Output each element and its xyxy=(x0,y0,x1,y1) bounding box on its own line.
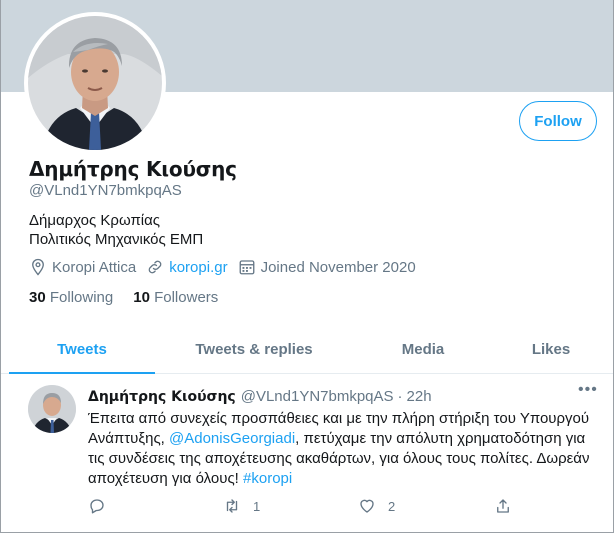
joined-text: Joined November 2020 xyxy=(260,258,416,276)
tab-tweets-and-replies[interactable]: Tweets & replies xyxy=(179,326,329,373)
tweet-text: Έπειτα από συνεχείς προσπάθειες και με τ… xyxy=(88,409,598,489)
website-link[interactable]: koropi.gr xyxy=(169,259,227,276)
tweet-actions: 1 2 xyxy=(88,497,528,519)
share-button[interactable] xyxy=(494,497,512,515)
following-stat[interactable]: 30 Following xyxy=(29,289,113,306)
following-label: Following xyxy=(49,289,114,306)
profile-name: Δημήτρης Κιούσης xyxy=(29,157,237,181)
tweet-item[interactable]: Δημήτρης Κιούσης @VLnd1YN7bmkpqAS · 22h … xyxy=(1,375,613,532)
like-count: 2 xyxy=(388,498,396,514)
location-pin-icon xyxy=(29,258,47,276)
tab-likes[interactable]: Likes xyxy=(511,326,591,373)
tweet-author-name[interactable]: Δημήτρης Κιούσης xyxy=(88,389,236,405)
retweet-button[interactable]: 1 xyxy=(223,497,260,515)
calendar-icon xyxy=(238,258,256,276)
following-count: 30 xyxy=(29,289,46,306)
reply-button[interactable] xyxy=(88,497,106,515)
profile-meta: Koropi Attica koropi.gr Joined November … xyxy=(29,258,426,276)
profile-tabs: Tweets Tweets & replies Media Likes xyxy=(1,326,613,374)
followers-label: Followers xyxy=(154,289,219,306)
followers-count: 10 xyxy=(133,289,150,306)
tweet-separator: · xyxy=(397,388,403,405)
reply-icon xyxy=(88,497,106,515)
profile-handle: @VLnd1YN7bmkpqAS xyxy=(29,182,182,199)
follow-button[interactable]: Follow xyxy=(519,101,597,141)
tab-media[interactable]: Media xyxy=(379,326,467,373)
like-button[interactable]: 2 xyxy=(358,497,395,515)
more-icon[interactable]: ••• xyxy=(578,382,598,399)
profile-bio: Δήμαρχος Κρωπίας Πολιτικός Μηχανικός ΕΜΠ xyxy=(29,211,203,249)
heart-icon xyxy=(358,497,376,515)
profile-stats: 30 Following 10 Followers xyxy=(29,289,238,306)
share-icon xyxy=(494,497,512,515)
link-icon xyxy=(146,258,164,276)
retweet-icon xyxy=(223,497,241,515)
profile-avatar[interactable] xyxy=(24,12,166,154)
profile-website[interactable]: koropi.gr xyxy=(146,258,228,276)
tweet-avatar-photo xyxy=(28,385,76,433)
profile-page: Follow Δημήτρης Κιούσης @VLnd1YN7bmkpqAS… xyxy=(0,0,614,533)
location-text: Koropi Attica xyxy=(52,258,137,276)
tweet-avatar[interactable] xyxy=(28,385,76,433)
bio-line: Δήμαρχος Κρωπίας xyxy=(29,212,161,229)
profile-joined: Joined November 2020 xyxy=(238,258,416,276)
tweet-time[interactable]: 22h xyxy=(407,388,432,405)
tweet-header: Δημήτρης Κιούσης @VLnd1YN7bmkpqAS · 22h xyxy=(88,388,432,405)
profile-location: Koropi Attica xyxy=(29,258,136,276)
followers-stat[interactable]: 10 Followers xyxy=(133,289,218,306)
tweet-hashtag[interactable]: #koropi xyxy=(243,470,292,487)
bio-line: Πολιτικός Μηχανικός ΕΜΠ xyxy=(29,231,204,248)
avatar-photo xyxy=(28,16,162,150)
tweet-mention[interactable]: @AdonisGeorgiadi xyxy=(169,430,295,447)
tweet-author-handle[interactable]: @VLnd1YN7bmkpqAS xyxy=(241,388,394,405)
retweet-count: 1 xyxy=(253,498,261,514)
tab-tweets[interactable]: Tweets xyxy=(9,326,155,374)
